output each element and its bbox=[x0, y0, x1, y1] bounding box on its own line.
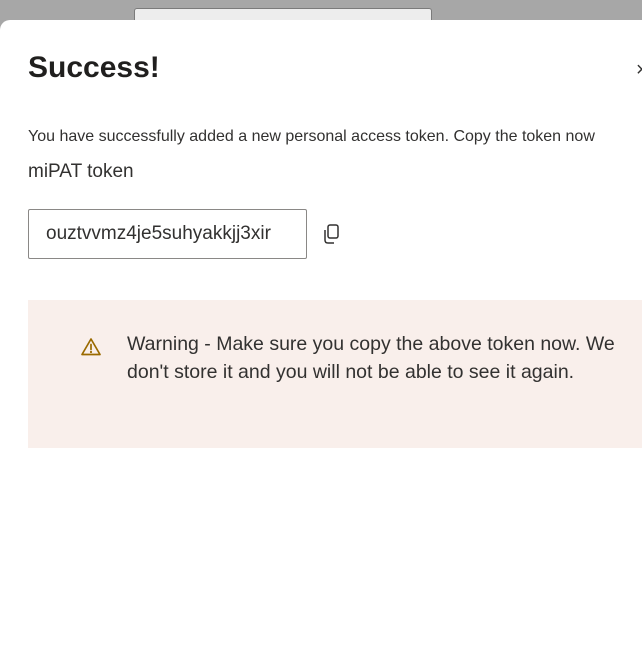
close-icon[interactable]: × bbox=[636, 58, 642, 82]
copy-icon[interactable] bbox=[320, 222, 344, 246]
warning-message-bar: Warning - Make sure you copy the above t… bbox=[28, 300, 642, 448]
warning-text: Warning - Make sure you copy the above t… bbox=[127, 333, 615, 383]
warning-icon bbox=[80, 336, 102, 358]
token-label: miPAT token bbox=[28, 161, 134, 182]
dialog-title: Success! bbox=[28, 51, 160, 84]
success-dialog-panel: Success! × You have successfully added a… bbox=[0, 20, 642, 667]
dialog-description: You have successfully added a new person… bbox=[28, 128, 595, 145]
token-field[interactable] bbox=[28, 209, 307, 259]
